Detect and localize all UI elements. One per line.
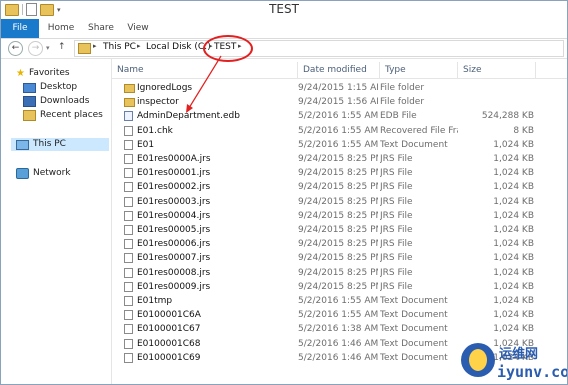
watermark-brand: 运维网: [499, 347, 539, 362]
watermark: 运维网 iyunv.com: [459, 341, 567, 384]
watermark-domain: iyunv.com: [497, 363, 567, 381]
watermark-logo: [461, 343, 495, 377]
explorer-window: ▾ TEST File Home Share View ← → ▾ ↑ ▸ Th…: [0, 0, 568, 385]
annotation-arrow: [186, 55, 222, 113]
